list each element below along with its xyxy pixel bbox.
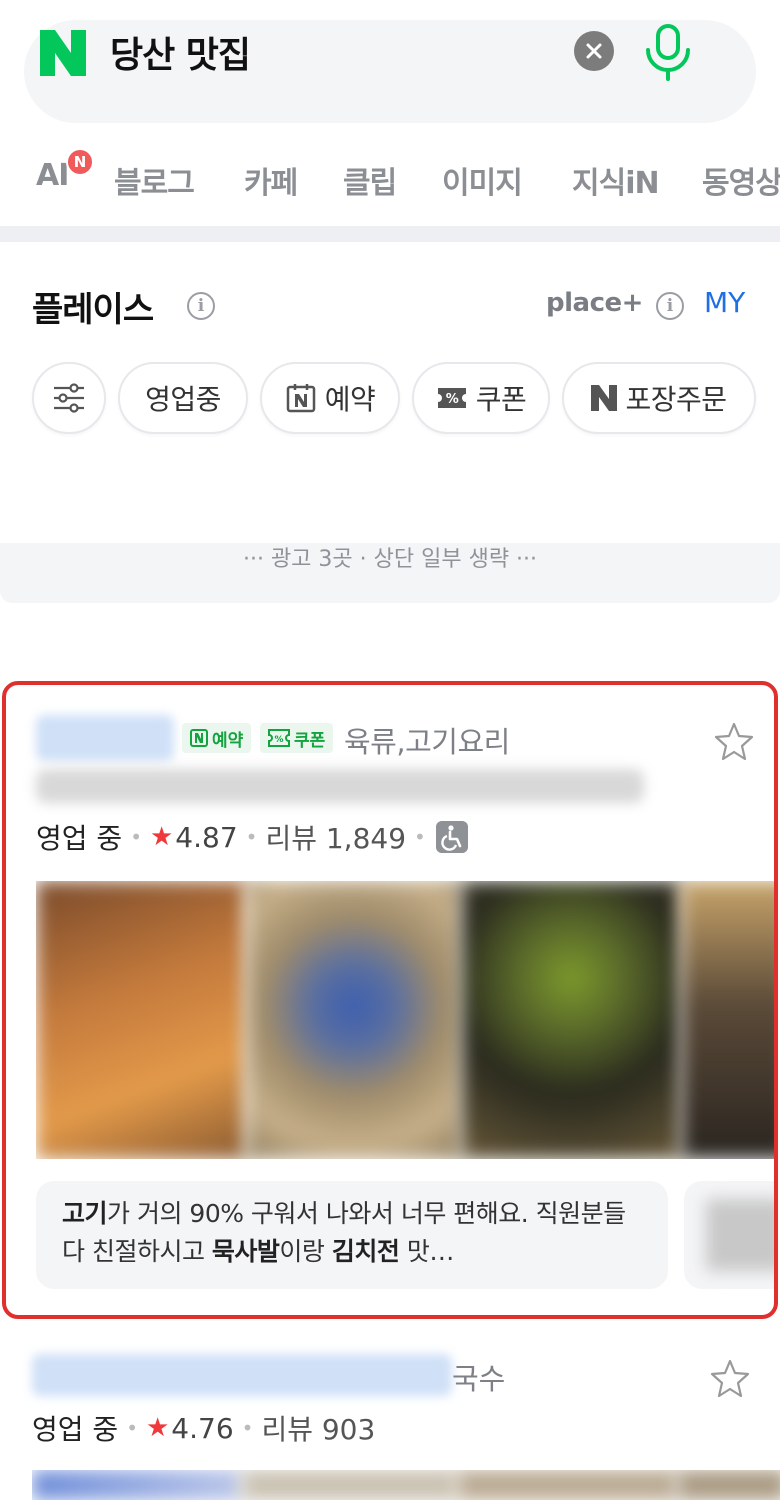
tab-image[interactable]: 이미지: [442, 158, 523, 202]
place-name-blurred[interactable]: [32, 1354, 452, 1396]
place-plus-link[interactable]: place+: [546, 288, 643, 318]
place-photo[interactable]: [461, 881, 681, 1159]
tab-cafe[interactable]: 카페: [244, 158, 298, 202]
svg-text:%: %: [445, 392, 458, 407]
tab-clip[interactable]: 클립: [343, 158, 397, 202]
review-snippet[interactable]: 고기가 거의 90% 구워서 나와서 너무 편해요. 직원분들 다 친절하시고 …: [36, 1181, 668, 1289]
chip-open-now[interactable]: 영업중: [118, 362, 248, 434]
save-star-icon[interactable]: [710, 1358, 750, 1398]
photo-strip[interactable]: [36, 881, 774, 1159]
place-result-card[interactable]: 예약 % 쿠폰 육류,고기요리 영업 중 • ★ 4.87 • 리뷰 1,849…: [2, 681, 778, 1319]
tab-kin[interactable]: 지식iN: [572, 158, 660, 202]
save-star-icon[interactable]: [714, 721, 754, 761]
place-address-blurred: [36, 769, 644, 803]
info-icon[interactable]: i: [656, 292, 684, 320]
filter-settings-chip[interactable]: [32, 362, 106, 434]
business-status: 영업 중: [36, 822, 123, 855]
rating-star-icon: ★: [149, 822, 174, 852]
clear-search-button[interactable]: [574, 31, 614, 71]
rating-value: 4.76: [171, 1411, 234, 1445]
section-divider: [0, 226, 780, 242]
chip-booking[interactable]: 예약: [260, 362, 400, 434]
my-link[interactable]: MY: [704, 286, 745, 319]
place-meta: 영업 중 • ★ 4.76 • 리뷰 903: [32, 1408, 375, 1448]
place-meta: 영업 중 • ★ 4.87 • 리뷰 1,849 •: [36, 817, 468, 857]
rating-value: 4.87: [175, 820, 238, 854]
booking-badge: 예약: [182, 723, 252, 753]
coupon-icon: %: [268, 729, 290, 747]
naver-logo-icon[interactable]: [40, 30, 86, 76]
chip-label: 포장주문: [625, 383, 727, 416]
ai-new-badge: N: [66, 148, 94, 176]
place-photo[interactable]: [246, 881, 461, 1159]
place-photo[interactable]: [32, 1470, 242, 1500]
place-name-blurred[interactable]: [36, 715, 174, 761]
tab-video[interactable]: 동영상: [702, 158, 780, 202]
place-photo[interactable]: [457, 1470, 677, 1500]
rating-star-icon: ★: [145, 1413, 170, 1443]
review-snippet-next[interactable]: [684, 1181, 774, 1289]
chip-label: 쿠폰: [475, 383, 527, 416]
place-category: 육류,고기요리: [344, 725, 510, 759]
chip-label: 예약: [324, 383, 376, 416]
coupon-badge: % 쿠폰: [260, 723, 334, 753]
coupon-icon: %: [437, 388, 466, 408]
chip-coupon[interactable]: % 쿠폰: [412, 362, 550, 434]
business-status: 영업 중: [32, 1413, 119, 1446]
ad-notice[interactable]: ··· 광고 3곳 · 상단 일부 생략 ···: [0, 543, 780, 603]
svg-text:%: %: [274, 735, 283, 745]
photo-strip[interactable]: [32, 1470, 780, 1500]
search-query[interactable]: 당산 맛집: [110, 26, 251, 78]
search-tabs: AI 블로그 카페 클립 이미지 지식iN 동영상: [0, 148, 780, 208]
place-photo[interactable]: [242, 1470, 457, 1500]
naver-booking-icon: [286, 384, 315, 413]
place-category: 국수: [452, 1362, 506, 1396]
review-count[interactable]: 리뷰 1,849: [265, 817, 406, 857]
place-photo[interactable]: [681, 881, 774, 1159]
tab-ai[interactable]: AI: [36, 158, 69, 193]
review-count[interactable]: 리뷰 903: [261, 1408, 375, 1448]
info-icon[interactable]: i: [187, 292, 215, 320]
review-photo-blurred: [706, 1199, 774, 1271]
tab-blog[interactable]: 블로그: [114, 158, 195, 202]
filter-icon: [54, 383, 84, 413]
mic-icon[interactable]: [642, 22, 694, 82]
naver-booking-icon: [190, 729, 208, 747]
chip-takeout[interactable]: 포장주문: [562, 362, 756, 434]
place-title: 플레이스: [32, 290, 154, 330]
chip-label: 영업중: [145, 383, 221, 416]
naver-n-icon: [591, 385, 618, 411]
close-icon: [586, 43, 602, 59]
wheelchair-icon: [435, 821, 468, 853]
place-photo[interactable]: [36, 881, 246, 1159]
place-photo[interactable]: [677, 1470, 780, 1500]
